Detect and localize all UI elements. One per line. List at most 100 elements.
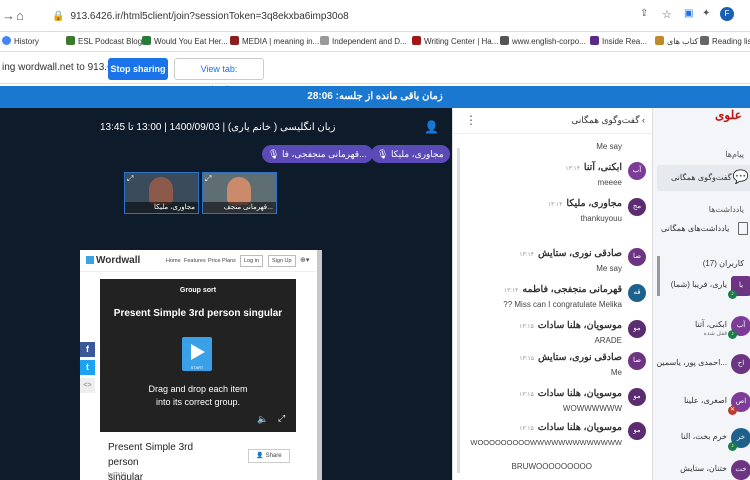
chat-message: آب ۱۳:۱۴ ابکنی، آتنا meeee xyxy=(456,162,646,194)
expand-icon[interactable]: ⤢ xyxy=(127,174,133,184)
chat-title[interactable]: گفت‌وگوی همگانی ‹ xyxy=(571,115,645,126)
shared-screen: Wordwall Home Features Price Plans Log i… xyxy=(80,250,322,480)
activity-share-button[interactable]: 👤 Share xyxy=(248,449,290,463)
activity-author: by Tk10 xyxy=(108,472,126,478)
scrollbar[interactable] xyxy=(317,250,322,480)
user-icon[interactable]: 👤 xyxy=(424,120,439,134)
shared-notes-item[interactable]: یادداشت‌های همگانی xyxy=(661,224,729,233)
users-header: کاربران (17) xyxy=(702,259,744,268)
game-title: Present Simple 3rd person singular xyxy=(113,308,283,319)
message-text: WOWWWWWW xyxy=(562,404,622,413)
forward-icon[interactable]: → xyxy=(2,8,15,23)
microphone-icon: ♪ xyxy=(728,290,737,299)
bookmark-inside-reading[interactable]: Inside Rea... xyxy=(590,36,647,46)
sound-icon[interactable]: 🔈 xyxy=(257,414,268,425)
bookmark-icon xyxy=(320,36,329,45)
fullscreen-icon[interactable]: ⤢ xyxy=(278,413,285,424)
user-name: اصغری، علینا xyxy=(683,396,727,405)
message-header: ۱۳:۱۴ صادقی نوری، ستایش xyxy=(519,248,622,259)
bookmark-would-you-eat[interactable]: Would You Eat Her... xyxy=(142,36,228,46)
user-item[interactable]: اص اصغری، علینا ✕ xyxy=(663,392,750,422)
video-tile[interactable]: ⤢ قهرمانی منجف... xyxy=(202,172,277,214)
bookmark-esl-podcast[interactable]: ESL Podcast Blog xyxy=(66,36,142,46)
url-field[interactable]: 🔒 913.6426.ir/html5client/join?sessionTok… xyxy=(52,11,349,22)
chat-message: قه ۱۳:۱۴ قهرمانی منجفجی، فاطمه ?? Miss ca… xyxy=(456,284,646,316)
bookmark-icon xyxy=(500,36,509,45)
message-text: thankuyouu xyxy=(580,214,622,223)
video-tile[interactable]: ⤢ مجاوری، ملیکا xyxy=(124,172,199,214)
user-name: احمدی پور، یاسمین... xyxy=(656,358,727,367)
chat-header: ⋮ گفت‌وگوی همگانی ‹ xyxy=(453,108,653,134)
chat-message: صا ۱۳:۱۴ صادقی نوری، ستایش Me say xyxy=(456,248,646,280)
user-item[interactable]: خت ختنان، ستایش xyxy=(663,460,750,480)
scrollbar[interactable] xyxy=(657,256,660,296)
nav-home[interactable]: Home xyxy=(166,258,181,264)
game-type: Group sort xyxy=(179,287,217,294)
participant-video xyxy=(149,177,173,205)
embed-icon[interactable]: <> xyxy=(80,378,95,393)
expand-icon[interactable]: ⤢ xyxy=(205,174,211,184)
url-text: 913.6426.ir/html5client/join?sessionToke… xyxy=(70,11,349,22)
browser-address-bar: → ⌂ 🔒 913.6426.ir/html5client/join?sessio… xyxy=(0,0,750,32)
signup-button[interactable]: Sign Up xyxy=(268,255,296,267)
bookmark-reading-list[interactable]: Reading list xyxy=(700,36,750,46)
participant-video xyxy=(227,177,251,205)
twitter-icon[interactable]: t xyxy=(80,360,95,375)
microphone-icon: ♪ xyxy=(728,442,737,451)
start-button[interactable]: START xyxy=(182,337,212,371)
message-text: ARADE xyxy=(594,336,622,345)
home-icon[interactable]: ⌂ xyxy=(16,8,24,23)
school-logo: علوی xyxy=(715,108,742,122)
avatar: خت xyxy=(731,460,750,480)
message-text: meeee xyxy=(597,178,622,187)
view-tab-button[interactable]: View tab: wordwall.net xyxy=(174,58,264,94)
chat-message: BRUWOOOOOOOOO xyxy=(456,462,646,476)
bookmark-icon xyxy=(590,36,599,45)
nav-price-plans[interactable]: Price Plans xyxy=(208,258,236,264)
muted-microphone-icon: ✕ xyxy=(728,406,737,415)
more-options-icon[interactable]: ⋮ xyxy=(465,113,477,127)
game-instructions: Drag and drop each item into its correct… xyxy=(148,384,248,407)
history-icon xyxy=(2,36,11,45)
bookmark-independent[interactable]: Independent and D... xyxy=(320,36,407,46)
message-header: ۱۳:۱۴ ابکنی، آتنا xyxy=(565,162,622,173)
user-item[interactable]: یا یاری، فریبا (شما) ♪ xyxy=(663,276,750,306)
bookmark-icon xyxy=(66,36,75,45)
chat-message: صا ۱۳:۱۵ صادقی نوری، ستایش Me xyxy=(456,352,646,384)
login-button[interactable]: Log in xyxy=(240,255,263,267)
bookmark-english-corpora[interactable]: www.english-corpo... xyxy=(500,36,586,46)
avatar: صا xyxy=(628,248,646,266)
user-item[interactable]: خر خرم بخت، النا ♪ xyxy=(663,428,750,458)
bookmark-media-meaning[interactable]: MEDIA | meaning in... xyxy=(230,36,319,46)
share-icon[interactable]: ⇪ xyxy=(640,8,648,19)
wordwall-logo[interactable]: Wordwall xyxy=(86,255,140,266)
facebook-icon[interactable]: f xyxy=(80,342,95,357)
nav-features[interactable]: Features xyxy=(184,258,206,264)
user-name: ابکنی، آتنا xyxy=(694,320,727,329)
game-area[interactable]: Group sort Present Simple 3rd person sin… xyxy=(100,279,296,432)
user-name: یاری، فریبا (شما) xyxy=(670,280,727,289)
bookmark-books[interactable]: کتاب های xyxy=(655,36,698,46)
star-icon[interactable]: ☆ xyxy=(662,8,672,21)
user-item[interactable]: آب ابکنی، آتنا قفل شده ♪ xyxy=(663,316,750,346)
play-icon xyxy=(191,344,205,360)
avatar: آب xyxy=(628,162,646,180)
user-status: قفل شده xyxy=(703,331,727,337)
user-list-panel: علوی پیام‌ها گفت‌وگوی همگانی 💬 یادداشت‌ه… xyxy=(652,108,750,480)
chat-panel: ⋮ گفت‌وگوی همگانی ‹ Me say آب ۱۳:۱۴ ابکنی… xyxy=(452,108,653,480)
message-text: WOOOOOOOOOWWWWWWWWWWWWW xyxy=(470,438,622,447)
stop-sharing-button[interactable]: Stop sharing xyxy=(108,58,168,80)
puzzle-icon[interactable]: ✦ xyxy=(702,8,710,19)
bookmark-writing-center[interactable]: Writing Center | Ha... xyxy=(412,36,498,46)
globe-icon[interactable]: ⊕▾ xyxy=(300,256,309,264)
avatar: مج xyxy=(628,198,646,216)
video-tile-name: قهرمانی منجف... xyxy=(203,202,276,213)
extension-icon[interactable]: ▣ xyxy=(684,8,693,19)
speaker-pill: 🎙 مجاوری، ملیکا xyxy=(371,145,450,163)
profile-avatar[interactable]: F xyxy=(720,7,734,21)
public-chat-item[interactable]: گفت‌وگوی همگانی 💬 xyxy=(657,165,750,191)
message-header: ۱۳:۱۵ موسویان، هلنا سادات xyxy=(519,320,622,331)
message-header: ۱۳:۱۴ مجاوری، ملیکا xyxy=(547,198,622,209)
bookmark-history[interactable]: History xyxy=(2,36,39,46)
user-item[interactable]: اح احمدی پور، یاسمین... xyxy=(656,354,750,384)
